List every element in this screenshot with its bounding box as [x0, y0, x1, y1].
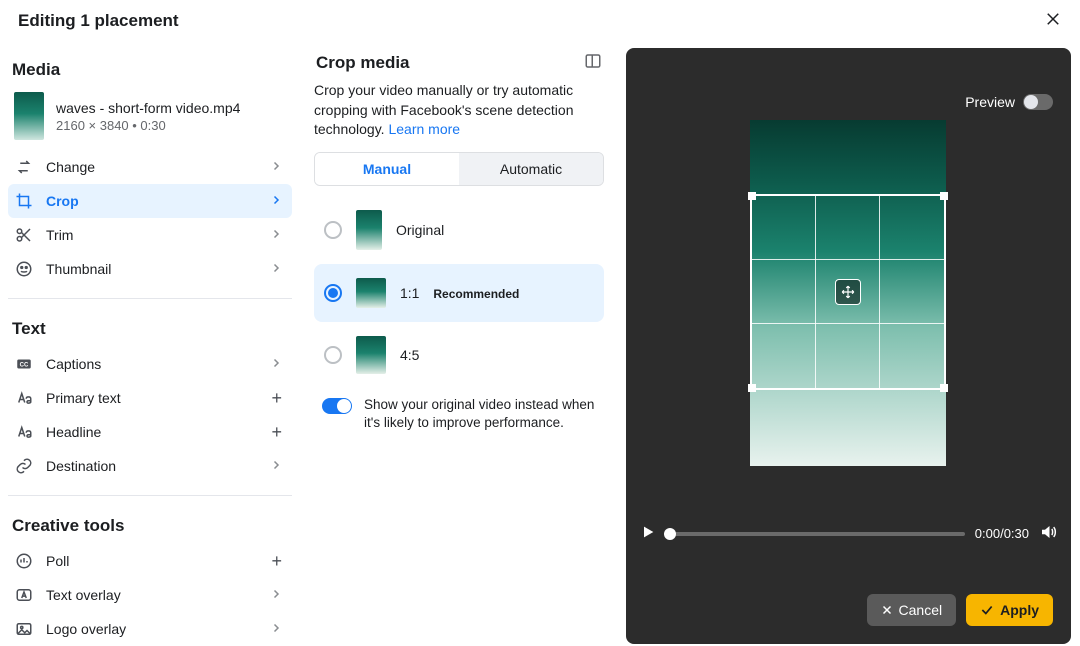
crop-description: Crop your video manually or try automati…: [314, 73, 604, 152]
row-label: Change: [46, 159, 95, 175]
trim-icon: [14, 225, 34, 245]
row-label: Logo overlay: [46, 621, 126, 637]
row-label: Trim: [46, 227, 73, 243]
ratio-thumbnail: [356, 336, 386, 374]
grid-line: [752, 323, 944, 324]
play-button[interactable]: [640, 524, 656, 543]
move-icon[interactable]: [835, 279, 861, 305]
close-button[interactable]: [1044, 10, 1062, 32]
sidebar-item-thumbnail[interactable]: Thumbnail: [8, 252, 292, 286]
chevron-right-icon: [270, 193, 282, 209]
layout-icon[interactable]: [584, 52, 602, 73]
plus-icon: +: [271, 551, 282, 572]
segment-manual[interactable]: Manual: [315, 153, 459, 185]
sidebar-item-change[interactable]: Change: [8, 150, 292, 184]
ratio-thumbnail: [356, 210, 382, 250]
poll-icon: [14, 551, 34, 571]
row-label: Text overlay: [46, 587, 121, 603]
radio-unchecked-icon[interactable]: [324, 346, 342, 364]
sidebar-item-crop[interactable]: Crop: [8, 184, 292, 218]
crop-option-original[interactable]: Original: [314, 200, 604, 260]
swap-icon: [14, 157, 34, 177]
row-label: Poll: [46, 553, 69, 569]
chevron-right-icon: [270, 587, 282, 603]
sidebar-item-captions[interactable]: CC Captions: [8, 347, 292, 381]
creative-tools-title: Creative tools: [8, 508, 292, 544]
sidebar-item-logo-overlay[interactable]: Logo overlay: [8, 612, 292, 646]
media-file-meta: 2160 × 3840 • 0:30: [56, 118, 240, 133]
sidebar-item-trim[interactable]: Trim: [8, 218, 292, 252]
sidebar-item-poll[interactable]: Poll +: [8, 544, 292, 578]
apply-button[interactable]: Apply: [966, 594, 1053, 626]
option-label: 4:5: [400, 347, 419, 363]
row-label: Headline: [46, 424, 101, 440]
chevron-right-icon: [270, 356, 282, 372]
sidebar-item-text-overlay[interactable]: Text overlay: [8, 578, 292, 612]
divider: [8, 298, 292, 299]
option-label: Original: [396, 222, 444, 238]
plus-icon: +: [271, 388, 282, 409]
crop-option-4-5[interactable]: 4:5: [314, 326, 604, 384]
chevron-right-icon: [270, 621, 282, 637]
crop-option-1-1[interactable]: 1:1 Recommended: [314, 264, 604, 322]
text-overlay-icon: [14, 585, 34, 605]
row-label: Thumbnail: [46, 261, 111, 277]
link-icon: [14, 456, 34, 476]
grid-line: [752, 259, 944, 260]
chevron-right-icon: [270, 458, 282, 474]
svg-text:CC: CC: [20, 362, 29, 368]
crop-media-title: Crop media: [316, 53, 410, 73]
text-icon: [14, 388, 34, 408]
crop-handle[interactable]: [748, 384, 756, 392]
grid-line: [815, 196, 816, 388]
option-label: 1:1: [400, 285, 419, 301]
crop-icon: [14, 191, 34, 211]
media-section-title: Media: [8, 52, 292, 88]
timecode: 0:00/0:30: [975, 526, 1029, 541]
media-file-row[interactable]: waves - short-form video.mp4 2160 × 3840…: [8, 88, 292, 150]
ratio-thumbnail: [356, 278, 386, 308]
manual-auto-segmented-control[interactable]: Manual Automatic: [314, 152, 604, 186]
chevron-right-icon: [270, 159, 282, 175]
captions-icon: CC: [14, 354, 34, 374]
sidebar-item-destination[interactable]: Destination: [8, 449, 292, 483]
cancel-button[interactable]: Cancel: [867, 594, 957, 626]
cancel-label: Cancel: [899, 602, 943, 618]
image-icon: [14, 619, 34, 639]
crop-handle[interactable]: [940, 192, 948, 200]
preview-label: Preview: [965, 94, 1015, 110]
preview-toggle[interactable]: [1023, 94, 1053, 110]
chevron-right-icon: [270, 227, 282, 243]
thumbnail-icon: [14, 259, 34, 279]
recommended-badge: Recommended: [433, 287, 519, 301]
radio-unchecked-icon[interactable]: [324, 221, 342, 239]
improve-performance-text: Show your original video instead when it…: [364, 396, 596, 432]
crop-overlay[interactable]: [750, 194, 946, 390]
media-file-name: waves - short-form video.mp4: [56, 100, 240, 116]
apply-label: Apply: [1000, 602, 1039, 618]
page-title: Editing 1 placement: [18, 11, 179, 31]
chevron-right-icon: [270, 261, 282, 277]
radio-checked-icon[interactable]: [324, 284, 342, 302]
crop-handle[interactable]: [940, 384, 948, 392]
media-thumbnail: [14, 92, 44, 140]
segment-automatic[interactable]: Automatic: [459, 153, 603, 185]
crop-handle[interactable]: [748, 192, 756, 200]
row-label: Primary text: [46, 390, 121, 406]
divider: [8, 495, 292, 496]
sidebar-item-headline[interactable]: Headline +: [8, 415, 292, 449]
sidebar-item-primary-text[interactable]: Primary text +: [8, 381, 292, 415]
learn-more-link[interactable]: Learn more: [388, 121, 460, 137]
plus-icon: +: [271, 422, 282, 443]
text-section-title: Text: [8, 311, 292, 347]
row-label: Destination: [46, 458, 116, 474]
preview-panel: Preview 0:00/0:30: [626, 48, 1071, 644]
row-label: Captions: [46, 356, 101, 372]
volume-icon[interactable]: [1039, 523, 1057, 544]
scrubber[interactable]: [666, 532, 965, 536]
text-icon: [14, 422, 34, 442]
improve-performance-toggle[interactable]: [322, 398, 352, 414]
row-label: Crop: [46, 193, 79, 209]
grid-line: [879, 196, 880, 388]
